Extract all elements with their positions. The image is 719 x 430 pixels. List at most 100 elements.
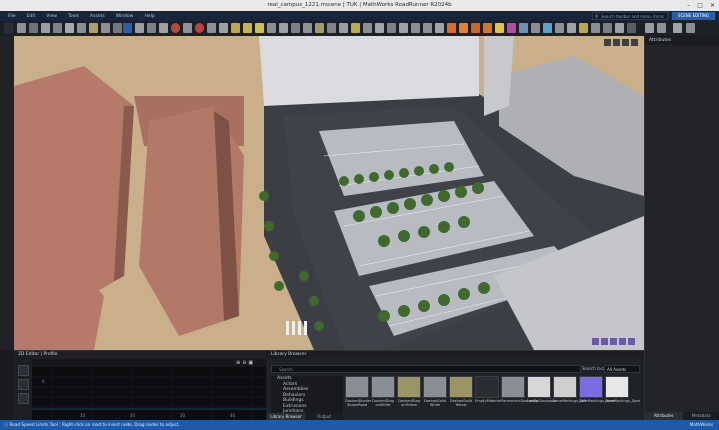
asset-tile[interactable]: LaneMarkings_Spec — [605, 376, 640, 403]
prop-span-tool-icon[interactable] — [219, 23, 228, 33]
camera-view-icon[interactable] — [619, 338, 626, 345]
path-tool-icon[interactable] — [483, 23, 492, 33]
minimize-icon[interactable]: – — [687, 0, 690, 11]
library-search-input[interactable]: Search — [271, 365, 581, 373]
barrier-tool-icon[interactable] — [291, 23, 300, 33]
search-location-select[interactable]: All Assets — [604, 365, 640, 373]
scene-viewport[interactable] — [14, 36, 644, 350]
orbit-icon[interactable] — [622, 39, 629, 46]
point-cloud-tool-icon[interactable] — [411, 23, 420, 33]
measure-tool-icon[interactable] — [531, 23, 540, 33]
prop-point-tool-icon[interactable] — [183, 23, 192, 33]
lane-add-tool-icon[interactable] — [53, 23, 62, 33]
export-tool-icon[interactable] — [591, 23, 600, 33]
surface-tool-icon[interactable] — [135, 23, 144, 33]
lane-marking-tool-icon[interactable] — [77, 23, 86, 33]
prop-curve-tool-icon[interactable] — [207, 23, 216, 33]
lane-width-tool-icon[interactable] — [41, 23, 50, 33]
terrain-tool-icon[interactable] — [159, 23, 168, 33]
menu-assets[interactable]: Assets — [90, 14, 105, 19]
fit-icon[interactable]: ▣ — [248, 360, 253, 366]
grid-tool-icon[interactable] — [543, 23, 552, 33]
road-tool-icon[interactable] — [17, 23, 26, 33]
slope-tool-icon[interactable] — [18, 393, 29, 404]
stack-tool-icon[interactable] — [603, 23, 612, 33]
menu-view[interactable]: View — [46, 14, 57, 19]
crosswalk-tool-icon[interactable] — [113, 23, 122, 33]
menu-file[interactable]: File — [8, 14, 16, 19]
profile-tool-icon[interactable] — [18, 379, 29, 390]
frame-icon[interactable] — [631, 39, 638, 46]
marking-point-tool-icon[interactable] — [243, 23, 252, 33]
lighting-icon[interactable] — [610, 338, 617, 345]
mesh-tool-icon[interactable] — [363, 23, 372, 33]
pan-icon[interactable] — [613, 39, 620, 46]
asset-tile[interactable]: DashedSolid Yellow — [449, 376, 473, 407]
asset-tile[interactable]: LaddeCrosswalk — [527, 376, 556, 403]
aerial-tool-icon[interactable] — [423, 23, 432, 33]
fire-tool-icon[interactable] — [447, 23, 456, 33]
view-mode-icon[interactable] — [592, 338, 599, 345]
sign-tool-icon[interactable] — [195, 23, 204, 33]
menu-tools[interactable]: Tools — [68, 14, 79, 19]
vector-data-tool-icon[interactable] — [435, 23, 444, 33]
zoom-icon[interactable] — [604, 39, 611, 46]
marking-polygon-tool-icon[interactable] — [267, 23, 276, 33]
elevation-tool-icon[interactable] — [147, 23, 156, 33]
brush-tool-icon[interactable] — [399, 23, 408, 33]
rail-tool-icon[interactable] — [315, 23, 324, 33]
scenario-tool-icon[interactable] — [507, 23, 516, 33]
vehicle-tool-icon[interactable] — [459, 23, 468, 33]
lane-tool-icon[interactable] — [29, 23, 38, 33]
calibrate-tool-icon[interactable] — [615, 23, 624, 33]
asset-tile[interactable]: ParametricDashedSp... — [501, 376, 542, 403]
settings-tool-icon[interactable] — [673, 23, 682, 33]
tunnel-tool-icon[interactable] — [339, 23, 348, 33]
warning-tool-icon[interactable] — [495, 23, 504, 33]
signal-tool-icon[interactable] — [171, 23, 180, 33]
asset-tile[interactable]: DashedSolid White — [423, 376, 447, 407]
extrusion-tool-icon[interactable] — [303, 23, 312, 33]
reference-tool-icon[interactable] — [579, 23, 588, 33]
camera-tool-icon[interactable] — [645, 23, 654, 33]
menu-window[interactable]: Window — [116, 14, 134, 19]
asset-path-tool-icon[interactable] — [351, 23, 360, 33]
paint-tool-icon[interactable] — [387, 23, 396, 33]
view-tool-icon[interactable] — [567, 23, 576, 33]
speed-limit-tool-icon[interactable] — [123, 23, 132, 33]
zoom-out-icon[interactable]: ⊖ — [242, 360, 246, 366]
tab-attributes[interactable]: Attributes — [645, 412, 683, 420]
render-mode-icon[interactable] — [601, 338, 608, 345]
junction-tool-icon[interactable] — [89, 23, 98, 33]
asset-tile[interactable]: LaneMarkings_Norm — [579, 376, 616, 403]
bridge-tool-icon[interactable] — [327, 23, 336, 33]
menu-edit[interactable]: Edit — [27, 14, 36, 19]
profile-graph[interactable]: 0 10 20 30 40 — [32, 367, 266, 421]
asset-tile[interactable]: DashedDiag onWhite — [371, 376, 395, 407]
menu-help[interactable]: Help — [144, 14, 154, 19]
route-tool-icon[interactable] — [471, 23, 480, 33]
layer-tool-icon[interactable] — [555, 23, 564, 33]
corner-tool-icon[interactable] — [101, 23, 110, 33]
anchor-tool-icon[interactable] — [519, 23, 528, 33]
close-icon[interactable]: ✕ — [710, 0, 715, 11]
curve-tool-icon[interactable] — [18, 365, 29, 376]
grid-view-icon[interactable] — [628, 338, 635, 345]
scene-editing-button[interactable]: SCENE EDITING — [672, 12, 715, 20]
asset-tile[interactable]: EmptyMaterial — [475, 376, 501, 403]
zoom-in-icon[interactable]: ⊕ — [236, 360, 240, 366]
asset-tile[interactable]: DashedDivider ShapeRoad — [345, 376, 371, 407]
maximize-icon[interactable]: □ — [697, 0, 703, 11]
asset-tile[interactable]: LaneMarkings_Diff — [553, 376, 586, 403]
marking-curve-tool-icon[interactable] — [255, 23, 264, 33]
tab-metadata[interactable]: Metadata — [682, 412, 719, 420]
toolbar-search-input[interactable]: ⚲ Search toolbar and menu items (Ctrl... — [592, 12, 668, 27]
asset-tile[interactable]: DashedDiag onYellow — [397, 376, 421, 407]
cut-tool-icon[interactable] — [375, 23, 384, 33]
lane-form-tool-icon[interactable] — [65, 23, 74, 33]
select-tool-icon[interactable] — [4, 23, 13, 33]
gear-icon[interactable] — [686, 23, 695, 33]
prop-polygon-tool-icon[interactable] — [231, 23, 240, 33]
camera-bookmark-icon[interactable] — [657, 23, 666, 33]
stencil-tool-icon[interactable] — [279, 23, 288, 33]
